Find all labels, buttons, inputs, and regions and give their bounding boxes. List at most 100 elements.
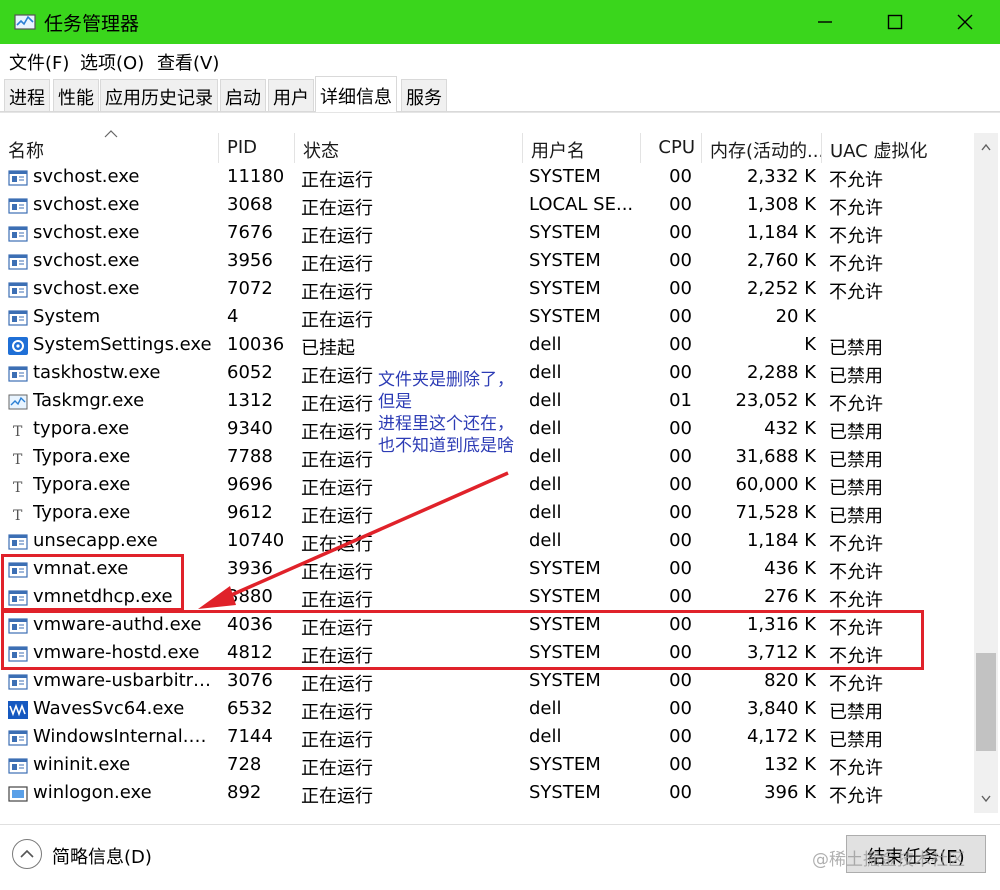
process-icon <box>8 170 28 186</box>
tab-services[interactable]: 服务 <box>401 79 447 111</box>
close-icon <box>957 14 973 30</box>
process-memory: 2,288 K <box>746 362 816 383</box>
process-cpu: 00 <box>669 278 692 299</box>
table-row[interactable]: svchost.exe 11180 正在运行 SYSTEM 00 2,332 K 不允许 <box>0 164 974 192</box>
process-memory: 276 K <box>764 586 816 607</box>
process-memory: 1,184 K <box>746 222 816 243</box>
column-header-memory[interactable]: 内存(活动的... <box>702 133 822 163</box>
tab-startup[interactable]: 启动 <box>220 79 266 111</box>
tab-bar: 进程 性能 应用历史记录 启动 用户 详细信息 服务 <box>0 76 1000 112</box>
table-row[interactable]: unsecapp.exe 10740 正在运行 dell 00 1,184 K 不允许 <box>0 528 974 556</box>
maximize-button[interactable] <box>860 0 930 44</box>
process-uac: 不允许 <box>829 198 883 219</box>
process-username: SYSTEM <box>529 586 601 607</box>
scroll-down-icon[interactable] <box>981 795 991 803</box>
table-row[interactable]: wininit.exe 728 正在运行 SYSTEM 00 132 K 不允许 <box>0 752 974 780</box>
process-name: System <box>33 306 101 327</box>
tab-details[interactable]: 详细信息 <box>315 76 397 112</box>
table-row[interactable]: svchost.exe 7676 正在运行 SYSTEM 00 1,184 K 不允许 <box>0 220 974 248</box>
minimize-button[interactable] <box>790 0 860 44</box>
watermark: @稀土掘金技术社区 <box>812 850 965 870</box>
table-row[interactable]: SystemSettings.exe 10036 已挂起 dell 00 K 已禁用 <box>0 332 974 360</box>
process-username: dell <box>529 474 562 495</box>
process-memory: 71,528 K <box>735 502 816 523</box>
table-row[interactable]: WavesSvc64.exe 6532 正在运行 dell 00 3,840 K 已禁用 <box>0 696 974 724</box>
svg-text:T: T <box>13 508 23 523</box>
process-username: SYSTEM <box>529 166 601 187</box>
process-pid: 3936 <box>227 558 273 579</box>
process-icon <box>8 226 28 242</box>
process-status: 正在运行 <box>301 562 373 583</box>
process-uac: 不允许 <box>829 282 883 303</box>
svg-text:T: T <box>13 452 23 467</box>
process-name: svchost.exe <box>33 222 140 243</box>
process-name: typora.exe <box>33 418 130 439</box>
table-row[interactable]: winlogon.exe 892 正在运行 SYSTEM 00 396 K 不允许 <box>0 780 974 808</box>
fewer-details-label[interactable]: 简略信息(D) <box>52 843 152 869</box>
table-row[interactable]: svchost.exe 7072 正在运行 SYSTEM 00 2,252 K 不允许 <box>0 276 974 304</box>
process-status: 正在运行 <box>301 254 373 275</box>
column-header-cpu[interactable]: CPU <box>641 133 702 163</box>
process-memory: 820 K <box>764 670 816 691</box>
column-header-uac[interactable]: UAC 虚拟化 <box>822 133 974 163</box>
process-pid: 6052 <box>227 362 273 383</box>
menu-file[interactable]: 文件(F) <box>9 49 69 75</box>
process-name: svchost.exe <box>33 194 140 215</box>
title-bar: 任务管理器 <box>0 0 1000 44</box>
tab-app-history[interactable]: 应用历史记录 <box>100 79 218 111</box>
process-cpu: 00 <box>669 446 692 467</box>
table-row[interactable]: svchost.exe 3956 正在运行 SYSTEM 00 2,760 K 不允许 <box>0 248 974 276</box>
vertical-scrollbar[interactable] <box>974 133 998 813</box>
process-memory: 2,760 K <box>746 250 816 271</box>
tab-processes[interactable]: 进程 <box>4 79 50 111</box>
process-username: dell <box>529 502 562 523</box>
process-username: LOCAL SE... <box>529 194 634 215</box>
tab-users[interactable]: 用户 <box>268 79 314 111</box>
process-memory: K <box>804 334 816 355</box>
process-pid: 3880 <box>227 586 273 607</box>
process-uac: 不允许 <box>829 590 883 611</box>
annotation-line: 进程里这个还在， <box>378 414 514 434</box>
process-status: 正在运行 <box>301 702 373 723</box>
process-name: SystemSettings.exe <box>33 334 212 355</box>
process-pid: 7676 <box>227 222 273 243</box>
process-uac: 不允许 <box>829 674 883 695</box>
window-title: 任务管理器 <box>44 13 140 35</box>
column-header-username[interactable]: 用户名 <box>523 133 641 163</box>
fewer-details-button[interactable] <box>12 839 42 869</box>
process-pid: 3956 <box>227 250 273 271</box>
table-row[interactable]: WindowsInternal.C... 7144 正在运行 dell 00 4,172 … <box>0 724 974 752</box>
scroll-up-icon[interactable] <box>981 143 991 151</box>
process-icon <box>8 534 28 550</box>
close-button[interactable] <box>930 0 1000 44</box>
process-cpu: 00 <box>669 782 692 803</box>
menu-options[interactable]: 选项(O) <box>80 49 144 75</box>
process-name: Typora.exe <box>33 502 131 523</box>
process-name: Taskmgr.exe <box>33 390 145 411</box>
process-cpu: 00 <box>669 586 692 607</box>
process-uac: 已禁用 <box>829 422 883 443</box>
process-name: Typora.exe <box>33 446 131 467</box>
process-status: 正在运行 <box>301 478 373 499</box>
process-status: 正在运行 <box>301 730 373 751</box>
process-pid: 728 <box>227 754 262 775</box>
process-name: svchost.exe <box>33 166 140 187</box>
column-header-status[interactable]: 状态 <box>295 133 523 163</box>
table-row[interactable]: vmware-usbarbitrat... 3076 正在运行 SYSTEM 00 820… <box>0 668 974 696</box>
process-name: Typora.exe <box>33 474 131 495</box>
process-name: unsecapp.exe <box>33 530 158 551</box>
tab-performance[interactable]: 性能 <box>53 79 99 111</box>
table-row[interactable]: svchost.exe 3068 正在运行 LOCAL SE... 00 1,308 K 不… <box>0 192 974 220</box>
table-row[interactable]: T Typora.exe 9612 正在运行 dell 00 71,528 K 已禁用 <box>0 500 974 528</box>
typora-icon: T <box>13 480 23 495</box>
scrollbar-thumb[interactable] <box>976 653 996 751</box>
process-icon <box>8 674 28 690</box>
process-uac: 不允许 <box>829 170 883 191</box>
column-header-pid[interactable]: PID <box>219 133 295 163</box>
process-memory: 20 K <box>775 306 816 327</box>
table-row[interactable]: T Typora.exe 9696 正在运行 dell 00 60,000 K 已禁用 <box>0 472 974 500</box>
table-row[interactable]: System 4 正在运行 SYSTEM 00 20 K <box>0 304 974 332</box>
process-username: dell <box>529 726 562 747</box>
process-status: 正在运行 <box>301 506 373 527</box>
menu-view[interactable]: 查看(V) <box>157 49 219 75</box>
